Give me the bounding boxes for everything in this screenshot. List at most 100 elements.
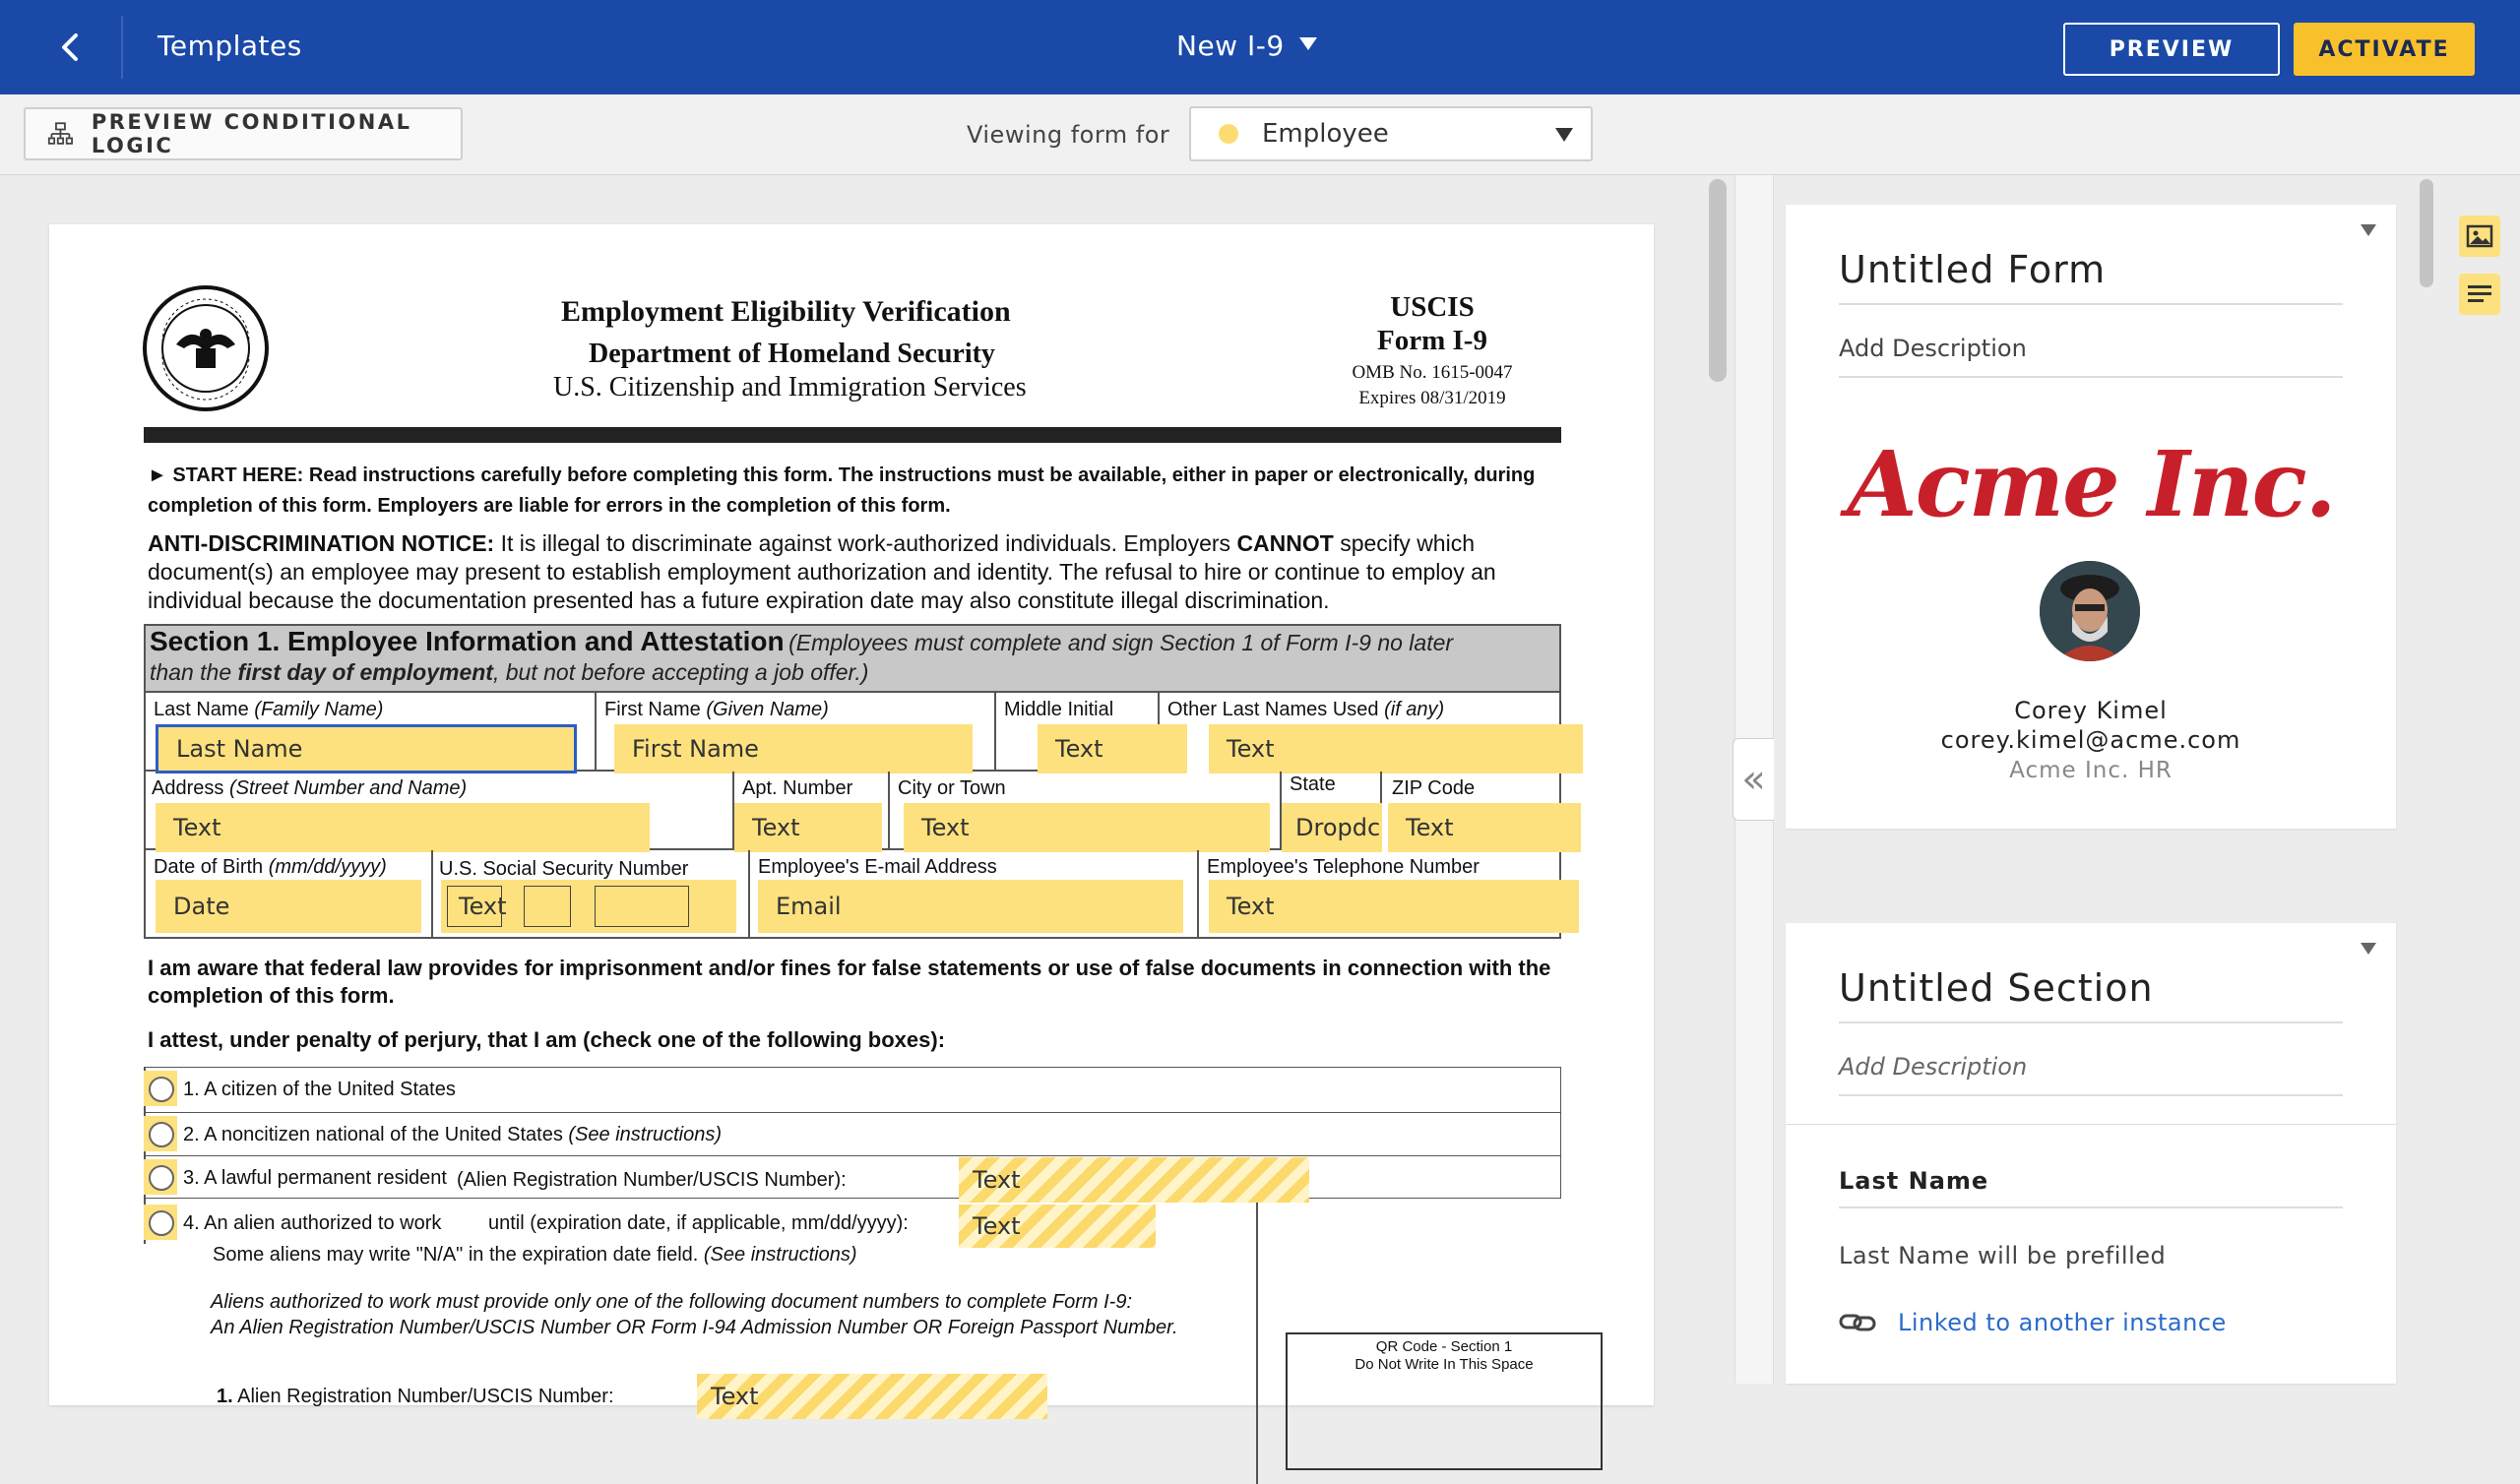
dob-field[interactable]: Date — [156, 880, 421, 933]
alien-number-label: 1. Alien Registration Number/USCIS Numbe… — [217, 1386, 614, 1407]
caret-down-icon[interactable] — [2361, 943, 2376, 955]
awareness-statement: I am aware that federal law provides for… — [148, 956, 1551, 1008]
first-name-field[interactable]: First Name — [614, 724, 973, 773]
option-permanent-resident-number-label: (Alien Registration Number/USCIS Number)… — [457, 1169, 847, 1191]
panel-scrollbar[interactable] — [2420, 179, 2433, 287]
document-scrollbar[interactable] — [1709, 179, 1727, 382]
company-logo: Acme Inc. — [1847, 431, 2336, 537]
label-zip: ZIP Code — [1392, 777, 1476, 799]
aliens-note: Aliens authorized to work must provide o… — [211, 1289, 1178, 1340]
breadcrumb-templates[interactable]: Templates — [158, 30, 302, 62]
zip-code-field[interactable]: Text — [1388, 803, 1581, 852]
form-title-input[interactable]: Untitled Form — [1839, 248, 2106, 291]
form-name-dropdown[interactable]: New I-9 — [1176, 30, 1285, 62]
linked-instance-link[interactable]: Linked to another instance — [1839, 1309, 2227, 1336]
expiration-date-field[interactable]: Text — [959, 1205, 1156, 1248]
label-ssn: U.S. Social Security Number — [439, 858, 689, 880]
option-alien-note: Some aliens may write "N/A" in the expir… — [213, 1244, 857, 1266]
section-1-note: (Employees must complete and sign Sectio… — [788, 630, 1454, 655]
caret-down-icon[interactable] — [2361, 224, 2376, 236]
collapse-panel-button[interactable]: « — [1732, 738, 1774, 821]
label-city: City or Town — [898, 777, 1006, 799]
user-photo-icon — [2040, 561, 2140, 661]
role-select[interactable]: Employee — [1189, 106, 1593, 161]
image-icon — [2466, 224, 2493, 248]
caret-down-icon[interactable] — [1299, 37, 1317, 50]
section-description-input[interactable]: Add Description — [1839, 1053, 2027, 1081]
label-first-name: First Name (Given Name) — [604, 699, 829, 720]
form-uscis: USCIS — [1390, 291, 1475, 323]
option-permanent-resident-label: 3. A lawful permanent resident — [183, 1167, 447, 1189]
label-last-name: Last Name (Family Name) — [154, 699, 384, 720]
label-phone: Employee's Telephone Number — [1207, 856, 1480, 878]
text-lines-icon — [2468, 285, 2491, 302]
qr-code-line-2: Do Not Write In This Space — [1354, 1356, 1534, 1373]
caret-down-icon — [1555, 128, 1573, 142]
other-names-field[interactable]: Text — [1209, 724, 1583, 773]
email-field[interactable]: Email — [758, 880, 1183, 933]
header-rule — [144, 427, 1561, 443]
divider — [1839, 303, 2343, 305]
label-address: Address (Street Number and Name) — [152, 777, 468, 799]
linked-instance-label: Linked to another instance — [1898, 1309, 2227, 1336]
link-icon — [1839, 1314, 1876, 1331]
section-1-grid: Last Name (Family Name) First Name (Give… — [144, 693, 1583, 939]
attest-statement: I attest, under penalty of perjury, that… — [148, 1027, 946, 1052]
address-field[interactable]: Text — [156, 803, 650, 852]
last-name-field[interactable]: Last Name — [156, 724, 577, 773]
section-1-note-2b: first day of employment — [237, 659, 493, 685]
add-image-button[interactable] — [2459, 216, 2500, 257]
user-organization: Acme Inc. HR — [2009, 758, 2173, 783]
form-expires: Expires 08/31/2019 — [1358, 388, 1506, 408]
phone-field[interactable]: Text — [1209, 880, 1579, 933]
user-name: Corey Kimel — [2014, 697, 2168, 724]
field-name-label[interactable]: Last Name — [1839, 1167, 1988, 1195]
double-chevron-left-icon: « — [1741, 757, 1766, 802]
anti-cannot: CANNOT — [1236, 530, 1334, 556]
divider — [1839, 1021, 2343, 1023]
permanent-resident-radio[interactable] — [144, 1159, 177, 1195]
add-text-button[interactable] — [2459, 274, 2500, 315]
activate-button[interactable]: ACTIVATE — [2294, 23, 2475, 76]
anti-discrimination-paragraph: ANTI-DISCRIMINATION NOTICE: It is illega… — [148, 529, 1565, 615]
divider — [1839, 376, 2343, 378]
label-apt: Apt. Number — [742, 777, 853, 799]
ssn-digit-box — [524, 886, 571, 927]
preview-conditional-logic-button[interactable]: PREVIEW CONDITIONAL LOGIC — [24, 107, 463, 160]
divider — [1256, 1199, 1258, 1484]
prefill-note: Last Name will be prefilled — [1839, 1242, 2167, 1269]
back-button[interactable] — [49, 26, 93, 69]
alien-number-field[interactable]: Text — [697, 1374, 1047, 1419]
noncitizen-national-radio[interactable] — [144, 1116, 177, 1151]
role-select-value: Employee — [1262, 119, 1389, 149]
form-page: Employment Eligibility Verification Depa… — [49, 224, 1654, 1484]
qr-code-box: QR Code - Section 1 Do Not Write In This… — [1286, 1332, 1603, 1470]
option-alien-expiration-label: until (expiration date, if applicable, m… — [488, 1212, 909, 1234]
document-canvas: Employment Eligibility Verification Depa… — [0, 175, 1732, 1484]
form-omb: OMB No. 1615-0047 — [1352, 362, 1513, 383]
form-title: Employment Eligibility Verification — [561, 295, 1011, 328]
label-middle-initial: Middle Initial — [1004, 699, 1114, 720]
divider — [1839, 1094, 2343, 1096]
aliens-note-line-2: An Alien Registration Number/USCIS Numbe… — [211, 1317, 1178, 1338]
chevron-left-icon — [62, 33, 78, 61]
state-dropdown[interactable]: Dropdc — [1282, 803, 1382, 852]
preview-button[interactable]: PREVIEW — [2063, 23, 2280, 76]
option-citizen-label: 1. A citizen of the United States — [183, 1079, 456, 1100]
apt-number-field[interactable]: Text — [734, 803, 882, 852]
middle-initial-field[interactable]: Text — [1038, 724, 1187, 773]
option-noncitizen-label: 2. A noncitizen national of the United S… — [183, 1124, 723, 1145]
form-number: Form I-9 — [1377, 325, 1487, 356]
form-description-input[interactable]: Add Description — [1839, 335, 2027, 362]
section-1-title: Section 1. Employee Information and Atte… — [150, 626, 785, 656]
top-bar: Templates New I-9 PREVIEW ACTIVATE — [0, 0, 2520, 94]
alien-registration-field[interactable]: Text — [959, 1157, 1309, 1203]
citizen-radio[interactable] — [144, 1071, 177, 1106]
label-dob: Date of Birth (mm/dd/yyyy) — [154, 856, 387, 878]
section-title-input[interactable]: Untitled Section — [1839, 966, 2154, 1010]
sub-toolbar: PREVIEW CONDITIONAL LOGIC Viewing form f… — [0, 94, 2520, 175]
city-field[interactable]: Text — [904, 803, 1270, 852]
divider — [1839, 1206, 2343, 1208]
alien-authorized-radio[interactable] — [144, 1205, 177, 1240]
label-state: State — [1290, 773, 1336, 795]
